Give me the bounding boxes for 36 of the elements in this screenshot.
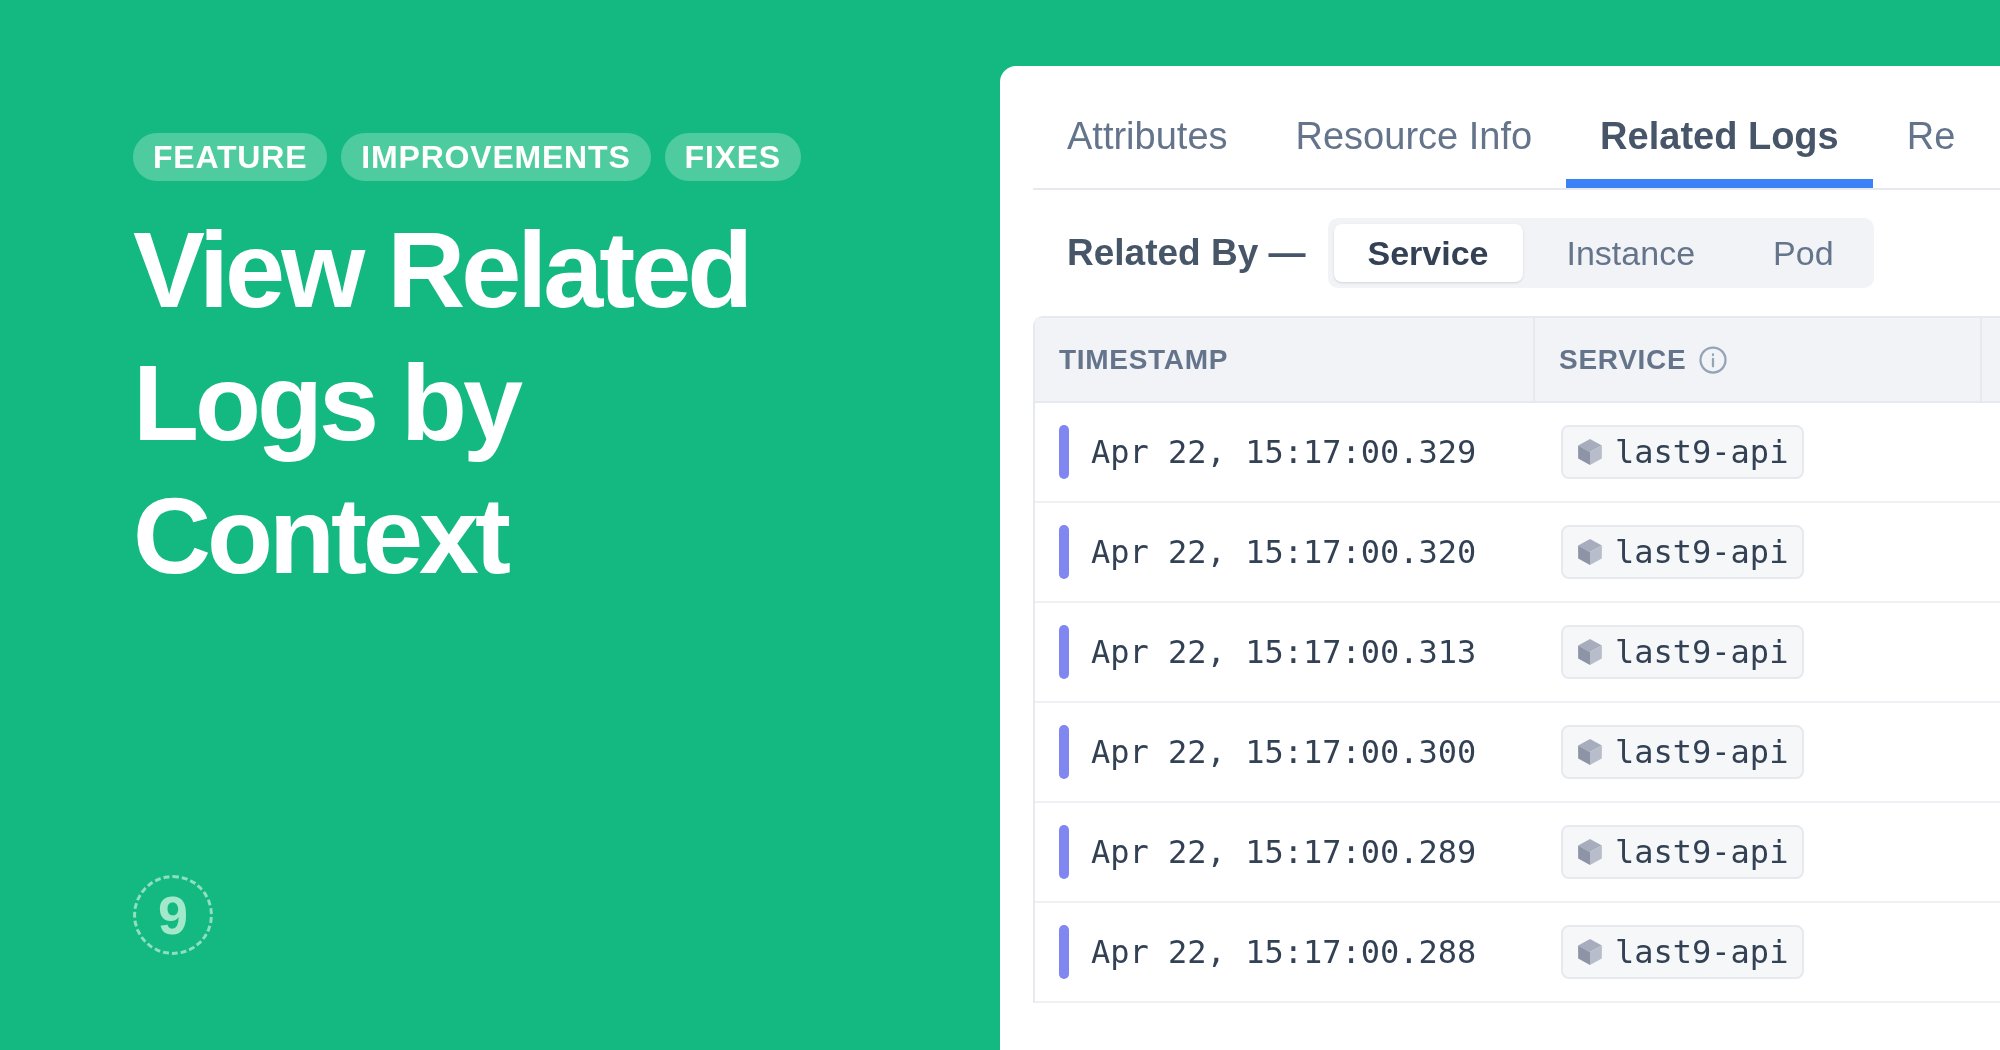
tag-pill: FIXES [664,133,801,181]
service-name: last9-api [1615,832,1789,873]
headline: Logs by [133,341,522,465]
column-header: SERVICE [1559,342,1687,377]
service-name: last9-api [1615,932,1789,973]
cube-icon [1577,838,1603,866]
timestamp: Apr 22, 15:17:00.289 [1091,832,1477,873]
service-name: last9-api [1615,432,1789,473]
headline: Context [133,474,509,598]
service-name: last9-api [1615,632,1789,673]
column-header: TIMESTAMP [1059,342,1229,377]
segment-option[interactable]: Instance [1532,224,1730,282]
tag-pill: FEATURE [133,133,328,181]
segment-option[interactable]: Service [1333,224,1523,282]
tab[interactable]: Re [1872,117,1990,188]
segment-option[interactable]: Pod [1739,224,1868,282]
cube-icon [1577,638,1603,666]
tab[interactable]: Resource Info [1261,117,1567,188]
timestamp: Apr 22, 15:17:00.300 [1091,732,1477,773]
timestamp: Apr 22, 15:17:00.313 [1091,632,1477,673]
timestamp: Apr 22, 15:17:00.329 [1091,432,1477,473]
related-by-label: Related By — [1067,231,1306,276]
tab[interactable]: Related Logs [1566,117,1873,188]
timestamp: Apr 22, 15:17:00.320 [1091,532,1477,573]
cube-icon [1577,738,1603,766]
cube-icon [1577,438,1603,466]
cube-icon [1577,538,1603,566]
logo: 9 [133,875,213,955]
tag-pill: IMPROVEMENTS [341,133,651,181]
headline: View Related [133,208,751,332]
info-icon [1698,344,1729,375]
cube-icon [1577,938,1603,966]
service-name: last9-api [1615,532,1789,573]
tab[interactable]: Attributes [1067,117,1262,188]
service-name: last9-api [1615,732,1789,773]
timestamp: Apr 22, 15:17:00.288 [1091,932,1477,973]
